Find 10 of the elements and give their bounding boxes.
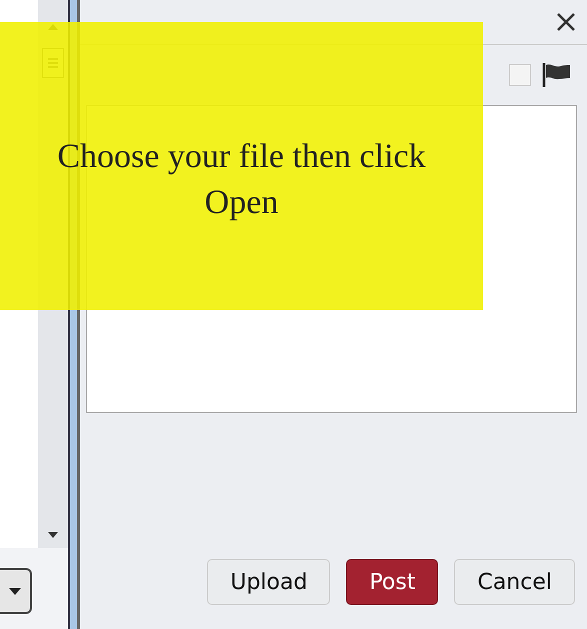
close-icon[interactable] bbox=[555, 11, 577, 33]
dropdown-button[interactable] bbox=[0, 568, 32, 614]
caret-icon bbox=[9, 588, 21, 594]
cancel-button[interactable]: Cancel bbox=[454, 559, 575, 605]
upload-button[interactable]: Upload bbox=[207, 559, 330, 605]
checkbox[interactable] bbox=[509, 64, 531, 86]
scroll-down-icon[interactable] bbox=[48, 532, 58, 538]
callout-tooltip: Choose your file then click Open bbox=[0, 22, 483, 310]
flag-icon[interactable] bbox=[541, 62, 571, 88]
post-button[interactable]: Post bbox=[346, 559, 438, 605]
